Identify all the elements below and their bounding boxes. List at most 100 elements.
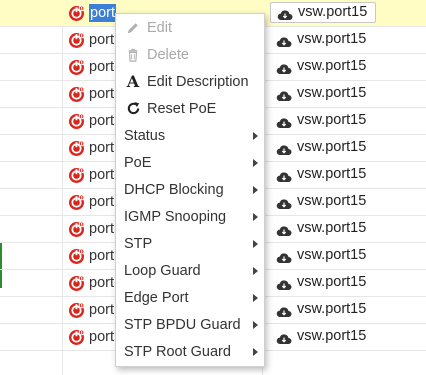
cloud-download-icon: [276, 88, 292, 101]
vsw-cell[interactable]: vsw.port15: [270, 218, 374, 239]
port-status-icon: [68, 221, 85, 238]
vsw-label: vsw.port15: [297, 247, 367, 263]
vsw-label: vsw.port15: [297, 58, 367, 74]
port-status-icon: [68, 5, 85, 22]
port-status-icon: [68, 329, 85, 346]
submenu-arrow-icon: [253, 321, 258, 329]
port-name[interactable]: port: [89, 58, 114, 76]
menu-item-label: PoE: [124, 154, 152, 171]
vsw-cell[interactable]: vsw.port15: [270, 272, 374, 293]
vsw-cell[interactable]: vsw.port15: [270, 191, 374, 212]
menu-item-reset-poe[interactable]: Reset PoE: [116, 95, 264, 122]
port-name[interactable]: port: [89, 328, 114, 346]
menu-item-delete[interactable]: Delete: [116, 41, 264, 68]
port-name[interactable]: port: [89, 4, 116, 22]
menu-item-stp-bpdu-guard[interactable]: STP BPDU Guard: [116, 311, 264, 338]
port-status-icon: [68, 59, 85, 76]
menu-item-edge-port[interactable]: Edge Port: [116, 284, 264, 311]
vsw-label: vsw.port15: [297, 139, 367, 155]
vsw-label: vsw.port15: [297, 220, 367, 236]
vsw-cell[interactable]: vsw.port15: [270, 56, 374, 77]
port-name[interactable]: port: [89, 139, 114, 157]
port-name[interactable]: port: [89, 85, 114, 103]
submenu-arrow-icon: [253, 186, 258, 194]
menu-item-status[interactable]: Status: [116, 122, 264, 149]
port-name[interactable]: port: [89, 301, 114, 319]
menu-item-label: Loop Guard: [124, 262, 201, 279]
menu-item-label: Delete: [147, 46, 189, 63]
cloud-download-icon: [276, 196, 292, 209]
vsw-cell[interactable]: vsw.port15: [270, 137, 374, 158]
cloud-download-icon: [276, 277, 292, 290]
cloud-download-icon: [276, 61, 292, 74]
vsw-cell[interactable]: vsw.port15: [270, 326, 374, 347]
menu-item-stp[interactable]: STP: [116, 230, 264, 257]
menu-item-poe[interactable]: PoE: [116, 149, 264, 176]
port-name[interactable]: port: [89, 166, 114, 184]
vsw-cell[interactable]: vsw.port15: [270, 164, 374, 185]
vsw-cell[interactable]: vsw.port15: [270, 299, 374, 320]
vsw-cell[interactable]: vsw.port15: [270, 83, 374, 104]
submenu-arrow-icon: [253, 267, 258, 275]
vsw-cell[interactable]: vsw.port15: [270, 29, 374, 50]
vsw-label: vsw.port15: [297, 301, 367, 317]
port-status-icon: [68, 86, 85, 103]
menu-item-loop-guard[interactable]: Loop Guard: [116, 257, 264, 284]
port-name[interactable]: port: [89, 112, 114, 130]
cloud-download-icon: [276, 34, 292, 47]
port-name[interactable]: port: [89, 31, 114, 49]
cloud-download-icon: [277, 7, 293, 20]
port-status-icon: [68, 140, 85, 157]
submenu-arrow-icon: [253, 240, 258, 248]
vsw-label: vsw.port15: [297, 31, 367, 47]
menu-item-label: Edge Port: [124, 289, 189, 306]
submenu-arrow-icon: [253, 213, 258, 221]
port-status-icon: [68, 248, 85, 265]
menu-item-edit-description[interactable]: A Edit Description: [116, 68, 264, 95]
cloud-download-icon: [276, 169, 292, 182]
trash-icon: [125, 47, 141, 63]
menu-item-label: Status: [124, 127, 166, 144]
port-status-icon: [68, 113, 85, 130]
refresh-icon: [125, 101, 141, 117]
vsw-label: vsw.port15: [298, 4, 368, 20]
menu-item-label: DHCP Blocking: [124, 181, 224, 198]
port-status-icon: [68, 275, 85, 292]
port-name[interactable]: port: [89, 220, 114, 238]
cloud-download-icon: [276, 304, 292, 317]
vsw-label: vsw.port15: [297, 85, 367, 101]
context-menu: Edit Delete A Edit Description Reset PoE Stat…: [115, 13, 265, 367]
vsw-label: vsw.port15: [297, 328, 367, 344]
port-status-icon: [68, 167, 85, 184]
vsw-cell[interactable]: vsw.port15: [270, 110, 374, 131]
text-icon: A: [126, 71, 140, 91]
cloud-download-icon: [276, 142, 292, 155]
vsw-label: vsw.port15: [297, 193, 367, 209]
menu-item-label: STP: [124, 235, 153, 252]
menu-item-label: STP BPDU Guard: [124, 316, 241, 333]
vsw-label: vsw.port15: [297, 166, 367, 182]
menu-item-igmp-snooping[interactable]: IGMP Snooping: [116, 203, 264, 230]
cloud-download-icon: [276, 331, 292, 344]
menu-item-stp-root-guard[interactable]: STP Root Guard: [116, 338, 264, 365]
menu-item-label: Edit: [147, 19, 172, 36]
menu-item-dhcp-blocking[interactable]: DHCP Blocking: [116, 176, 264, 203]
menu-item-label: STP Root Guard: [124, 343, 231, 360]
vsw-cell[interactable]: vsw.port15: [270, 2, 377, 23]
cloud-download-icon: [276, 250, 292, 263]
pencil-icon: [125, 20, 141, 36]
menu-item-label: Reset PoE: [147, 100, 217, 117]
port-status-icon: [68, 32, 85, 49]
menu-item-edit[interactable]: Edit: [116, 14, 264, 41]
vsw-cell[interactable]: vsw.port15: [270, 245, 374, 266]
port-name[interactable]: port: [89, 193, 114, 211]
port-name[interactable]: port: [89, 274, 114, 292]
submenu-arrow-icon: [253, 159, 258, 167]
submenu-arrow-icon: [253, 294, 258, 302]
submenu-arrow-icon: [253, 348, 258, 356]
menu-item-label: Edit Description: [147, 73, 249, 90]
submenu-arrow-icon: [253, 132, 258, 140]
port-status-icon: [68, 302, 85, 319]
port-name[interactable]: port: [89, 247, 114, 265]
menu-item-label: IGMP Snooping: [124, 208, 227, 225]
